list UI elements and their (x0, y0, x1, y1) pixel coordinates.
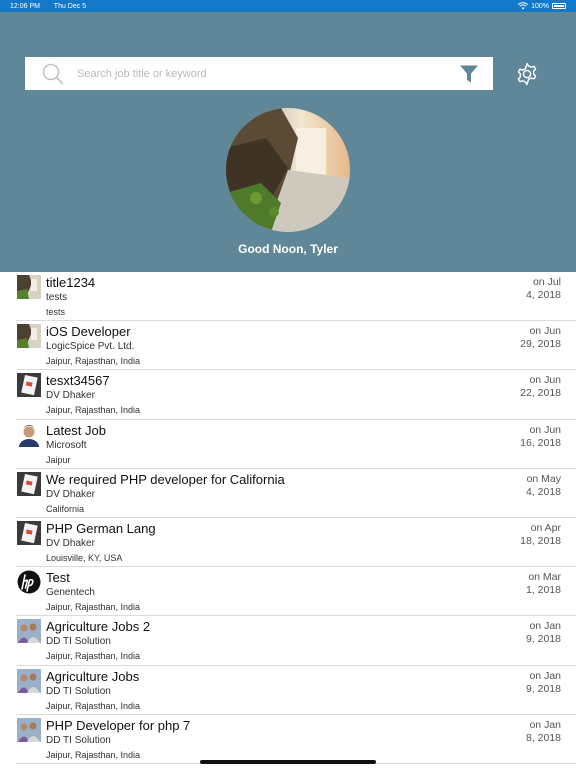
job-location: Jaipur, Rajasthan, India (46, 651, 141, 662)
job-date: on Jan 9, 2018 (501, 620, 561, 646)
job-date-day-year: 29, 2018 (520, 338, 561, 351)
job-company: DV Dhaker (46, 537, 95, 549)
job-date-month: on May (526, 472, 561, 485)
job-location: Jaipur (46, 454, 71, 465)
job-list-item[interactable]: PHP Developer for php 7 DD TI Solution J… (16, 715, 576, 764)
job-date: on May 4, 2018 (501, 473, 561, 499)
job-location: Jaipur, Rajasthan, India (46, 749, 141, 760)
search-icon[interactable] (33, 57, 73, 90)
group-photo-thumbnail-icon (17, 619, 41, 644)
job-date-month: on Jul (532, 276, 561, 288)
status-date: Thu Dec 5 (53, 2, 87, 10)
job-date-month: on Jan (529, 669, 561, 682)
job-date-day-year: 8, 2018 (525, 731, 561, 744)
job-date-month: on Mar (528, 571, 561, 584)
job-date-month: on Jun (529, 325, 561, 338)
job-company: DD TI Solution (46, 685, 111, 697)
job-location: tests (46, 307, 66, 317)
job-location: Jaipur, Rajasthan, India (46, 356, 141, 367)
job-company: Genentech (46, 587, 95, 599)
job-list-item[interactable]: Agriculture Jobs DD TI Solution Jaipur, … (16, 666, 576, 715)
job-company: Microsoft (46, 439, 87, 451)
job-location: Louisville, KY, USA (46, 552, 123, 563)
job-date-month: on Jun (529, 423, 561, 436)
job-list: title1234 tests tests on Jul 4, 2018 iOS … (0, 272, 576, 768)
profile-avatar[interactable] (226, 108, 350, 232)
job-location: Jaipur, Rajasthan, India (46, 405, 141, 416)
business-card-thumbnail-icon (17, 520, 41, 545)
job-date-day-year: 4, 2018 (525, 485, 561, 498)
job-title: Agriculture Jobs (46, 668, 140, 684)
job-location: Jaipur, Rajasthan, India (46, 700, 141, 711)
wifi-icon (518, 2, 529, 10)
job-title: iOS Developer (46, 324, 131, 340)
home-indicator[interactable] (200, 760, 376, 764)
job-title: We required PHP developer for California (46, 471, 285, 487)
job-date-day-year: 9, 2018 (525, 633, 561, 646)
battery-percent: 100% (531, 2, 549, 10)
job-title: tesxt34567 (46, 373, 110, 389)
job-title: PHP Developer for php 7 (46, 717, 191, 733)
job-company: DD TI Solution (46, 734, 111, 746)
job-list-item[interactable]: Agriculture Jobs 2 DD TI Solution Jaipur… (16, 616, 576, 666)
job-date: on Jun 22, 2018 (501, 374, 561, 400)
job-list-item[interactable]: iOS Developer LogicSpice Pvt. Ltd. Jaipu… (16, 321, 576, 371)
job-title: Agriculture Jobs 2 (46, 619, 151, 635)
job-date: on Apr 18, 2018 (501, 522, 561, 548)
status-time: 12:06 PM (10, 2, 40, 10)
person-thumbnail-icon (17, 422, 41, 447)
job-date: on Jan 9, 2018 (501, 670, 561, 696)
job-date: on Mar 1, 2018 (501, 571, 561, 597)
job-company: DV Dhaker (46, 390, 95, 402)
job-list-item[interactable]: We required PHP developer for California… (16, 469, 576, 518)
job-location: California (46, 503, 85, 514)
settings-gear-icon[interactable] (515, 62, 539, 86)
job-date-day-year: 22, 2018 (520, 387, 561, 400)
job-date: on Jul 4, 2018 (501, 276, 561, 302)
job-list-item[interactable]: Latest Job Microsoft Jaipur on Jun 16, 20… (16, 420, 576, 469)
job-title: Test (46, 570, 70, 586)
job-date-month: on Jan (529, 718, 561, 731)
hp-logo-icon (17, 570, 41, 594)
waterfall-thumbnail-icon (17, 324, 41, 349)
job-company: DD TI Solution (46, 636, 111, 648)
group-photo-thumbnail-icon (17, 717, 41, 742)
status-bar: 12:06 PM Thu Dec 5 100% (0, 0, 576, 12)
job-company: tests (46, 292, 68, 303)
job-list-item[interactable]: Test Genentech Jaipur, Rajasthan, India … (16, 567, 576, 617)
group-photo-thumbnail-icon (17, 668, 41, 693)
job-date-day-year: 16, 2018 (520, 436, 561, 449)
job-date-month: on Jan (529, 620, 561, 633)
job-list-item[interactable]: title1234 tests tests on Jul 4, 2018 (16, 272, 576, 322)
status-right: 100% (518, 2, 566, 10)
job-title: title1234 (46, 275, 96, 290)
header: Good Noon, Tyler (0, 12, 576, 272)
job-company: DV Dhaker (46, 488, 95, 500)
job-date: on Jun 29, 2018 (501, 325, 561, 351)
job-list-item[interactable]: PHP German Lang DV Dhaker Louisville, KY… (16, 518, 576, 568)
job-date: on Jan 8, 2018 (501, 719, 561, 745)
job-company: LogicSpice Pvt. Ltd. (46, 341, 135, 353)
job-list-item[interactable]: tesxt34567 DV Dhaker Jaipur, Rajasthan, … (16, 370, 576, 420)
job-date-day-year: 9, 2018 (525, 682, 561, 695)
job-date-day-year: 1, 2018 (525, 584, 561, 597)
greeting-text: Good Noon, Tyler (238, 242, 338, 256)
job-date-month: on Jun (529, 374, 561, 387)
search-input[interactable] (73, 57, 453, 90)
status-left: 12:06 PM Thu Dec 5 (10, 3, 98, 10)
job-location: Jaipur, Rajasthan, India (46, 602, 141, 613)
job-date: on Jun 16, 2018 (501, 424, 561, 450)
filter-icon[interactable] (453, 57, 485, 90)
battery-icon (552, 3, 566, 9)
job-title: Latest Job (46, 422, 106, 438)
business-card-thumbnail-icon (17, 373, 41, 398)
business-card-thumbnail-icon (17, 471, 41, 496)
job-title: PHP German Lang (46, 520, 156, 536)
job-date-month: on Apr (530, 521, 561, 534)
job-date-day-year: 4, 2018 (525, 289, 561, 301)
job-date-day-year: 18, 2018 (520, 534, 561, 547)
search-bar (25, 57, 493, 90)
waterfall-thumbnail-icon (17, 275, 41, 299)
